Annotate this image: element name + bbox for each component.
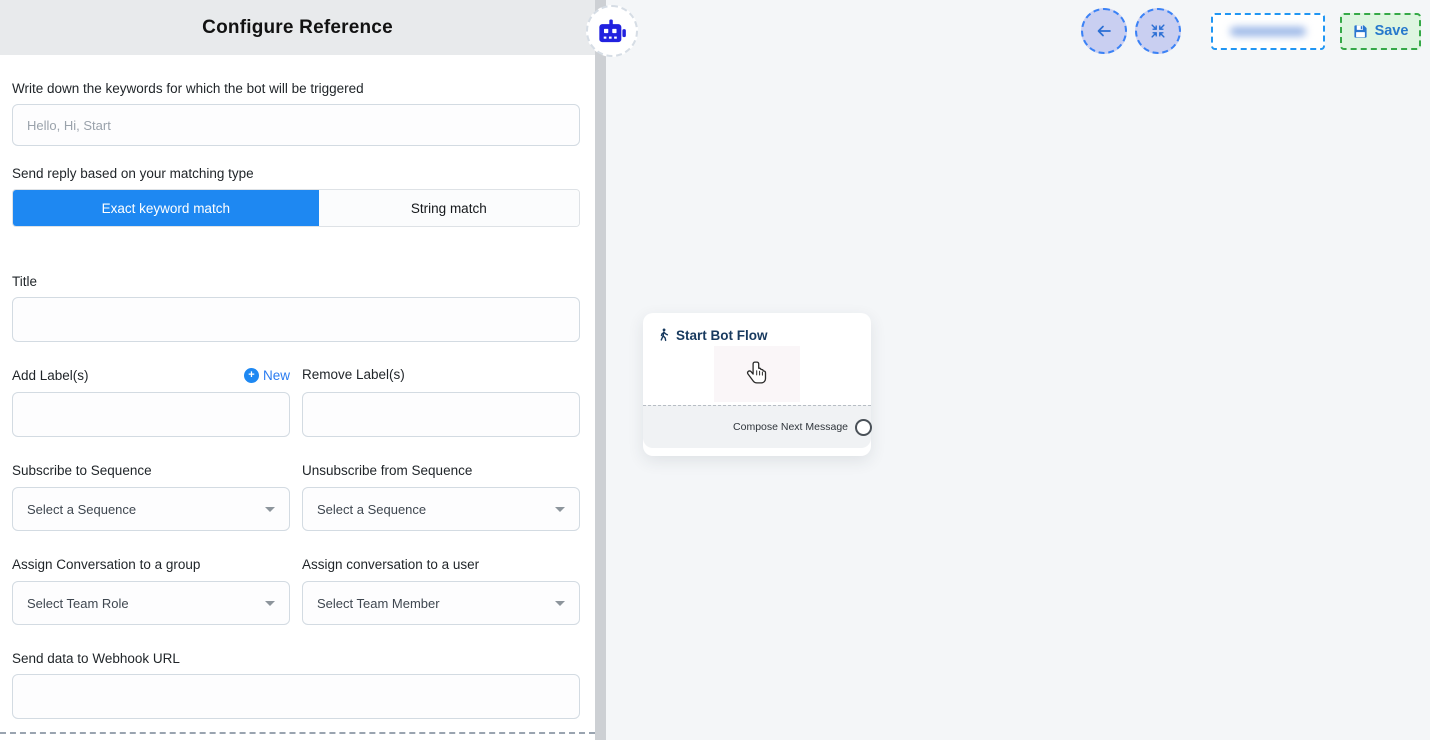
panel-scrollbar[interactable]	[595, 0, 606, 740]
floppy-disk-icon	[1353, 24, 1368, 39]
arrow-left-icon	[1094, 21, 1114, 41]
unsubscribe-sequence-label: Unsubscribe from Sequence	[302, 463, 580, 478]
save-button[interactable]: Save	[1340, 13, 1421, 50]
webhook-input[interactable]	[12, 674, 580, 719]
bot-toggle-button[interactable]	[586, 5, 638, 57]
page-title: Configure Reference	[202, 17, 393, 39]
hand-pointer-cursor	[745, 360, 769, 389]
add-labels-input[interactable]	[12, 392, 290, 437]
subscribe-sequence-select[interactable]: Select a Sequence	[12, 487, 290, 531]
matching-type-toggle: Exact keyword match String match	[12, 189, 580, 227]
remove-labels-input[interactable]	[302, 392, 580, 437]
node-body	[643, 343, 871, 405]
subscribe-sequence-label: Subscribe to Sequence	[12, 463, 290, 478]
title-input[interactable]	[12, 297, 580, 342]
keywords-input[interactable]	[12, 104, 580, 146]
chevron-down-icon	[265, 601, 275, 606]
save-button-label: Save	[1375, 23, 1409, 39]
fit-view-button[interactable]	[1135, 8, 1181, 54]
assign-group-label: Assign Conversation to a group	[12, 557, 290, 572]
exact-keyword-match-option[interactable]: Exact keyword match	[13, 190, 319, 226]
assign-group-select[interactable]: Select Team Role	[12, 581, 290, 625]
string-match-option[interactable]: String match	[319, 190, 579, 226]
new-label-button[interactable]: + New	[244, 368, 290, 383]
compress-arrows-icon	[1149, 22, 1167, 40]
blurred-text	[1230, 27, 1306, 36]
connection-handle[interactable]	[855, 419, 872, 436]
new-label-text: New	[263, 368, 290, 383]
webhook-label: Send data to Webhook URL	[12, 651, 580, 666]
node-title: Start Bot Flow	[676, 328, 768, 343]
back-button[interactable]	[1081, 8, 1127, 54]
keywords-label: Write down the keywords for which the bo…	[12, 81, 580, 96]
chevron-down-icon	[265, 507, 275, 512]
canvas-toolbar: Save	[1081, 8, 1421, 54]
redacted-action-button[interactable]	[1211, 13, 1325, 50]
compose-next-message-label: Compose Next Message	[733, 421, 848, 433]
plus-circle-icon: +	[244, 368, 259, 383]
unsubscribe-sequence-select[interactable]: Select a Sequence	[302, 487, 580, 531]
panel-header: Configure Reference	[0, 0, 595, 55]
cursor-highlight	[714, 346, 800, 402]
node-header: Start Bot Flow	[643, 313, 871, 343]
chevron-down-icon	[555, 507, 565, 512]
start-bot-flow-node[interactable]: Start Bot Flow Compose Next Message	[643, 313, 871, 456]
matching-type-label: Send reply based on your matching type	[12, 166, 580, 181]
remove-labels-label: Remove Label(s)	[302, 367, 405, 382]
add-labels-label: Add Label(s)	[12, 368, 89, 383]
configure-reference-panel: Configure Reference Write down the keywo…	[0, 0, 595, 734]
assign-user-select[interactable]: Select Team Member	[302, 581, 580, 625]
chevron-down-icon	[555, 601, 565, 606]
node-footer: Compose Next Message	[643, 405, 871, 448]
robot-icon	[596, 18, 628, 45]
walking-person-icon	[657, 328, 670, 343]
title-label: Title	[12, 274, 580, 289]
assign-user-label: Assign conversation to a user	[302, 557, 580, 572]
